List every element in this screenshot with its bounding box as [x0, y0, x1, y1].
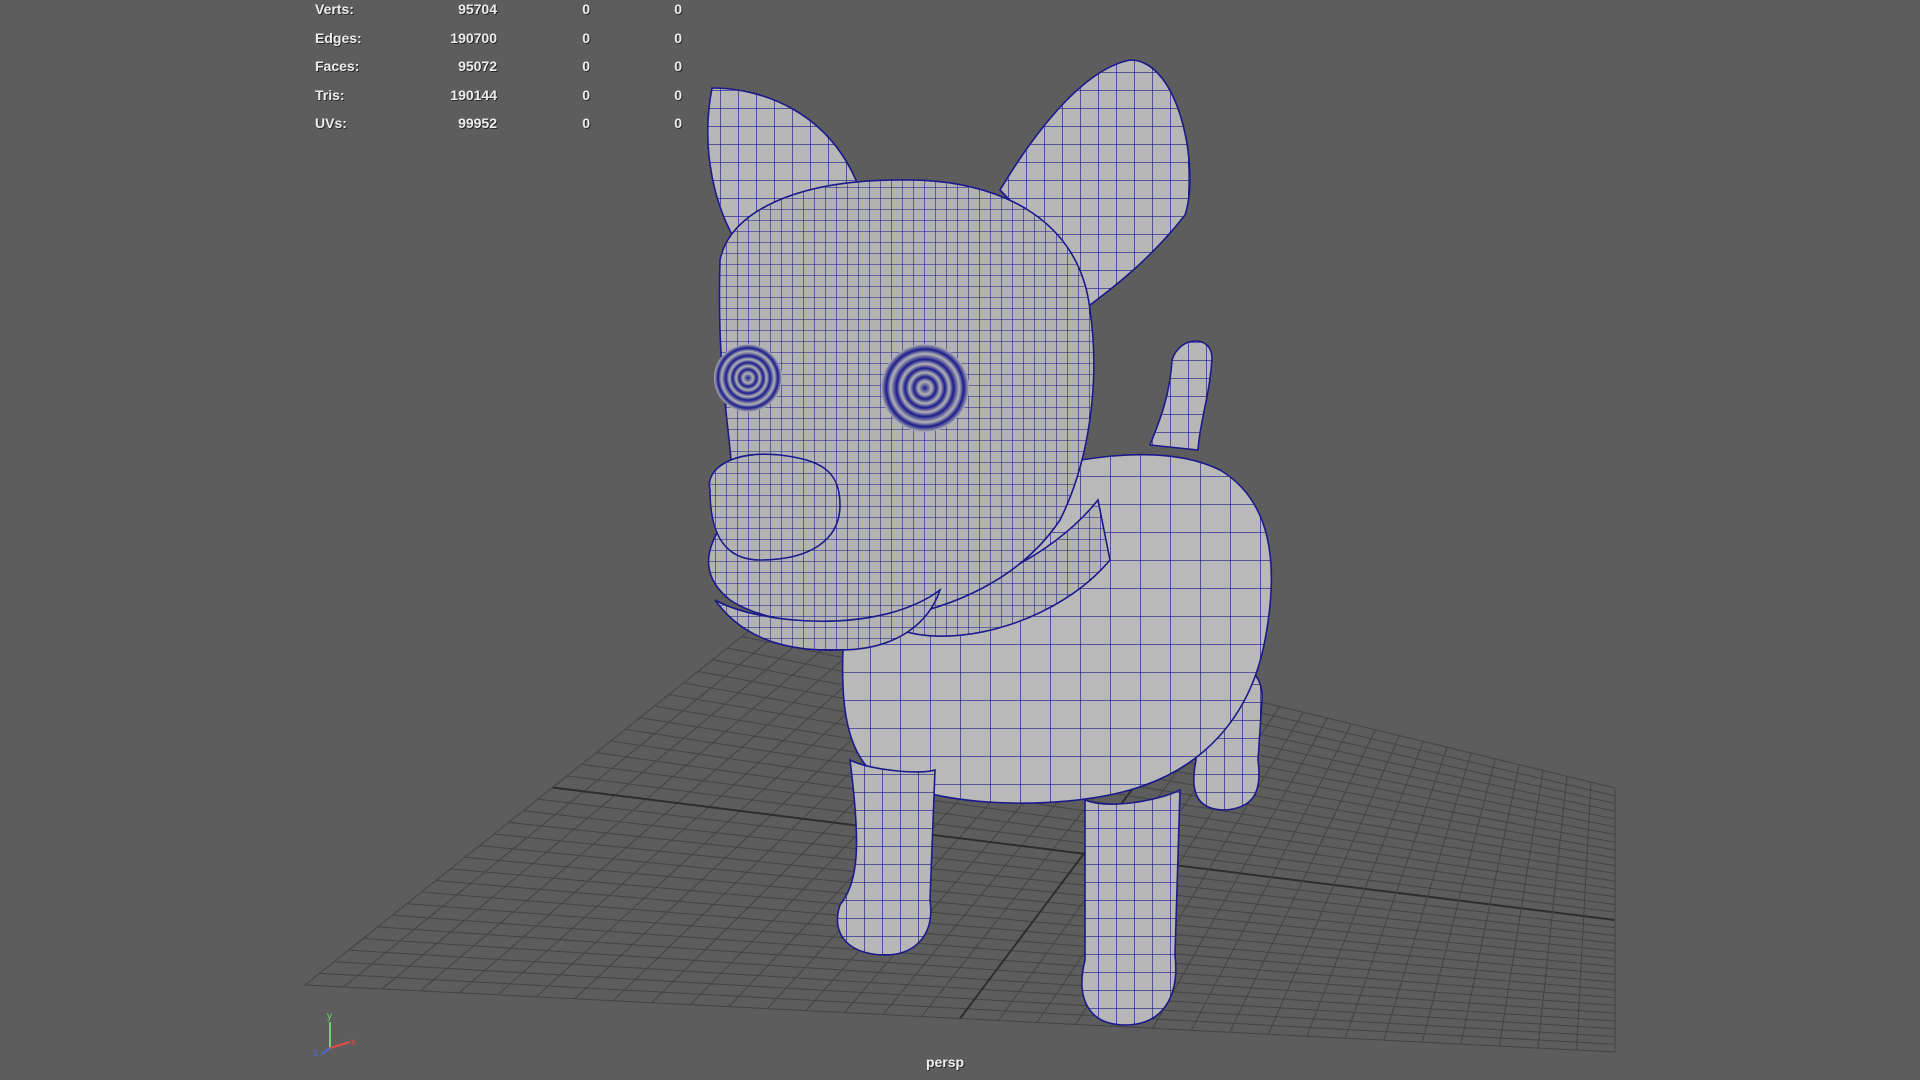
hud-value: 95704	[458, 1, 497, 17]
hud-label: UVs:	[315, 115, 347, 132]
x-axis-label: x	[351, 1037, 356, 1048]
dog-snout	[708, 453, 841, 561]
hud-value: 0	[582, 115, 590, 132]
z-axis-line	[321, 1047, 331, 1055]
grid-line	[1537, 776, 1568, 1049]
x-axis-line	[329, 1041, 351, 1049]
dog-mesh[interactable]	[707, 59, 1273, 1026]
hud-value: 0	[674, 86, 682, 103]
hud-label: Faces:	[315, 58, 360, 75]
viewport-persp[interactable]	[0, 0, 1920, 1080]
hud-label: Edges:	[315, 29, 362, 46]
grid-line	[1383, 752, 1472, 1041]
grid-line	[552, 786, 1616, 921]
dog-eye-right	[881, 344, 969, 432]
y-axis-label: y	[327, 1011, 332, 1022]
hud-label: Verts:	[315, 1, 354, 17]
grid-line	[1344, 747, 1448, 1039]
hud-value: 0	[582, 86, 590, 103]
hud-value: 0	[674, 115, 682, 132]
hud-value: 190700	[450, 29, 497, 46]
hud-value: 190144	[450, 86, 497, 103]
dog-eye-left	[714, 344, 782, 412]
hud-value: 0	[674, 1, 682, 17]
hud-value: 95072	[458, 58, 497, 75]
scene-canvas[interactable]	[0, 0, 1920, 1080]
hud-value: 0	[582, 29, 590, 46]
hud-value: 0	[674, 29, 682, 46]
hud-value: 0	[582, 58, 590, 75]
hud-value: 99952	[458, 115, 497, 132]
hud-value: 0	[582, 1, 590, 17]
dog-tail	[1148, 340, 1213, 451]
z-axis-label: z	[313, 1048, 318, 1058]
hud-label: Tris:	[315, 86, 345, 103]
view-axis-icon: y x z	[313, 1011, 356, 1058]
grid-line	[1421, 758, 1496, 1043]
camera-name-label: persp	[925, 1054, 965, 1070]
hud-value: 0	[674, 58, 682, 75]
grid-line	[1498, 770, 1544, 1047]
dog-front-leg-right	[1081, 788, 1181, 1026]
